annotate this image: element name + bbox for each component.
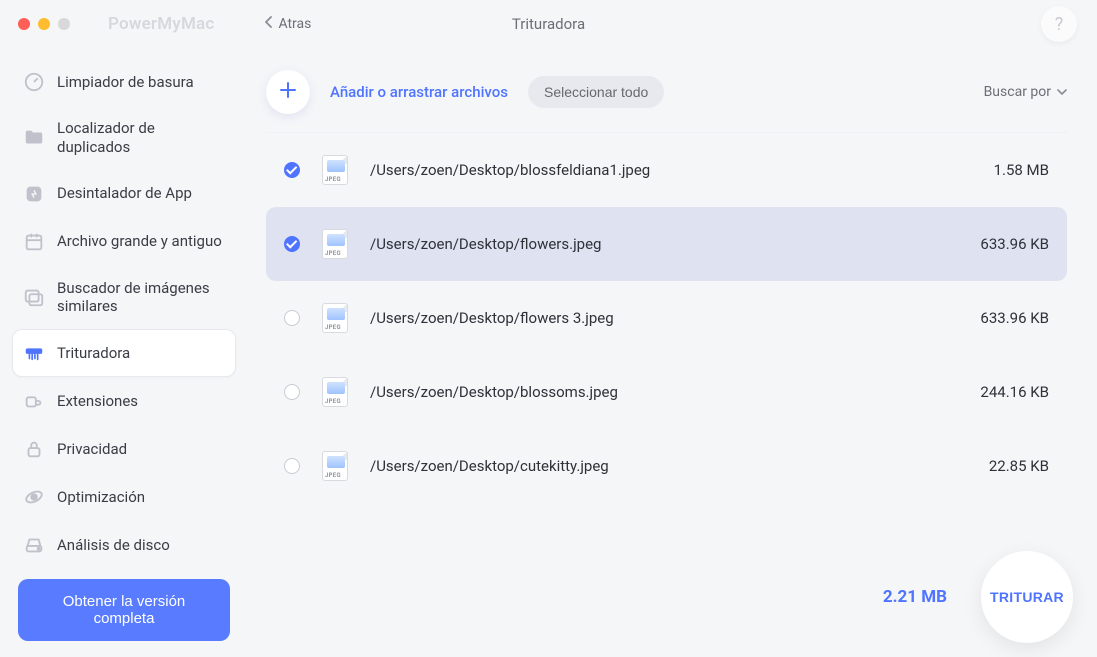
sort-by-button[interactable]: Buscar por	[984, 84, 1067, 100]
meter-icon	[23, 71, 45, 93]
window-controls	[18, 18, 70, 30]
toolbar: Añadir o arrastrar archivos Seleccionar …	[266, 48, 1067, 133]
back-button[interactable]: Atras	[264, 16, 311, 32]
chevron-left-icon	[264, 16, 274, 32]
file-row[interactable]: JPEG/Users/zoen/Desktop/blossoms.jpeg 244…	[266, 355, 1067, 429]
footer: 2.21 MB TRITURAR	[883, 551, 1073, 643]
sidebar: Limpiador de basura Localizador de duplic…	[0, 48, 248, 657]
app-icon	[23, 183, 45, 205]
file-path: /Users/zoen/Desktop/blossoms.jpeg	[370, 383, 958, 401]
sidebar-item-label: Limpiador de basura	[57, 73, 194, 92]
sidebar-item-orbit[interactable]: Optimización	[12, 473, 236, 521]
add-files-button[interactable]	[266, 70, 310, 114]
sidebar-item-calendar[interactable]: Archivo grande y antiguo	[12, 218, 236, 266]
file-row[interactable]: JPEG/Users/zoen/Desktop/cutekitty.jpeg 22…	[266, 429, 1067, 503]
puzzle-icon	[23, 390, 45, 412]
total-selected-size: 2.21 MB	[883, 587, 947, 607]
calendar-icon	[23, 231, 45, 253]
file-size: 1.58 MB	[994, 161, 1049, 179]
maximize-window-button[interactable]	[58, 18, 70, 30]
file-path: /Users/zoen/Desktop/blossfeldiana1.jpeg	[370, 161, 972, 179]
sidebar-item-lock[interactable]: Privacidad	[12, 425, 236, 473]
file-checkbox[interactable]	[284, 458, 300, 474]
file-checkbox[interactable]	[284, 162, 300, 178]
sidebar-item-disk[interactable]: Análisis de disco	[12, 521, 236, 569]
page-title: Trituradora	[512, 15, 585, 33]
file-checkbox[interactable]	[284, 384, 300, 400]
minimize-window-button[interactable]	[38, 18, 50, 30]
help-icon: ?	[1055, 14, 1064, 35]
file-size: 633.96 KB	[980, 309, 1049, 327]
sidebar-item-label: Archivo grande y antiguo	[57, 232, 222, 251]
jpeg-file-icon: JPEG	[322, 229, 348, 259]
sidebar-item-label: Extensiones	[57, 392, 138, 411]
file-size: 244.16 KB	[980, 383, 1049, 401]
add-files-label[interactable]: Añadir o arrastrar archivos	[330, 83, 508, 101]
file-path: /Users/zoen/Desktop/cutekitty.jpeg	[370, 457, 967, 475]
sidebar-item-label: Optimización	[57, 488, 145, 507]
jpeg-file-icon: JPEG	[322, 155, 348, 185]
file-checkbox[interactable]	[284, 310, 300, 326]
sidebar-item-label: Localizador de duplicados	[57, 119, 225, 157]
close-window-button[interactable]	[18, 18, 30, 30]
shredder-icon	[23, 342, 45, 364]
disk-icon	[23, 534, 45, 556]
sidebar-item-images[interactable]: Buscador de imágenes similares	[12, 266, 236, 330]
jpeg-file-icon: JPEG	[322, 451, 348, 481]
plus-icon	[278, 80, 298, 104]
jpeg-file-icon: JPEG	[322, 377, 348, 407]
sidebar-item-shredder[interactable]: Trituradora	[12, 329, 236, 377]
file-size: 22.85 KB	[989, 457, 1049, 475]
file-size: 633.96 KB	[980, 235, 1049, 253]
images-icon	[23, 286, 45, 308]
help-button[interactable]: ?	[1041, 6, 1077, 42]
shred-button[interactable]: TRITURAR	[981, 551, 1073, 643]
folder-icon	[23, 127, 45, 149]
jpeg-file-icon: JPEG	[322, 303, 348, 333]
select-all-button[interactable]: Seleccionar todo	[528, 76, 664, 108]
orbit-icon	[23, 486, 45, 508]
sidebar-item-label: Privacidad	[57, 440, 127, 459]
file-row[interactable]: JPEG/Users/zoen/Desktop/flowers 3.jpeg 63…	[266, 281, 1067, 355]
app-window: PowerMyMac Atras Trituradora ? Limpiador…	[0, 0, 1097, 657]
sidebar-item-label: Análisis de disco	[57, 536, 170, 555]
get-full-version-button[interactable]: Obtener la versión completa	[18, 579, 230, 641]
file-row[interactable]: JPEG/Users/zoen/Desktop/blossfeldiana1.j…	[266, 133, 1067, 207]
sidebar-item-label: Desintalador de App	[57, 184, 192, 203]
file-checkbox[interactable]	[284, 236, 300, 252]
sidebar-item-meter[interactable]: Limpiador de basura	[12, 58, 236, 106]
sidebar-item-label: Trituradora	[57, 344, 130, 363]
file-path: /Users/zoen/Desktop/flowers.jpeg	[370, 235, 958, 253]
file-path: /Users/zoen/Desktop/flowers 3.jpeg	[370, 309, 958, 327]
sidebar-item-puzzle[interactable]: Extensiones	[12, 377, 236, 425]
app-title: PowerMyMac	[108, 14, 214, 34]
back-label: Atras	[278, 16, 311, 32]
sidebar-item-folder[interactable]: Localizador de duplicados	[12, 106, 236, 170]
chevron-down-icon	[1057, 84, 1067, 100]
file-row[interactable]: JPEG/Users/zoen/Desktop/flowers.jpeg 633.…	[266, 207, 1067, 281]
sidebar-item-app[interactable]: Desintalador de App	[12, 170, 236, 218]
sort-label: Buscar por	[984, 84, 1051, 100]
sidebar-item-label: Buscador de imágenes similares	[57, 279, 225, 317]
lock-icon	[23, 438, 45, 460]
titlebar: PowerMyMac Atras Trituradora ?	[0, 0, 1097, 48]
